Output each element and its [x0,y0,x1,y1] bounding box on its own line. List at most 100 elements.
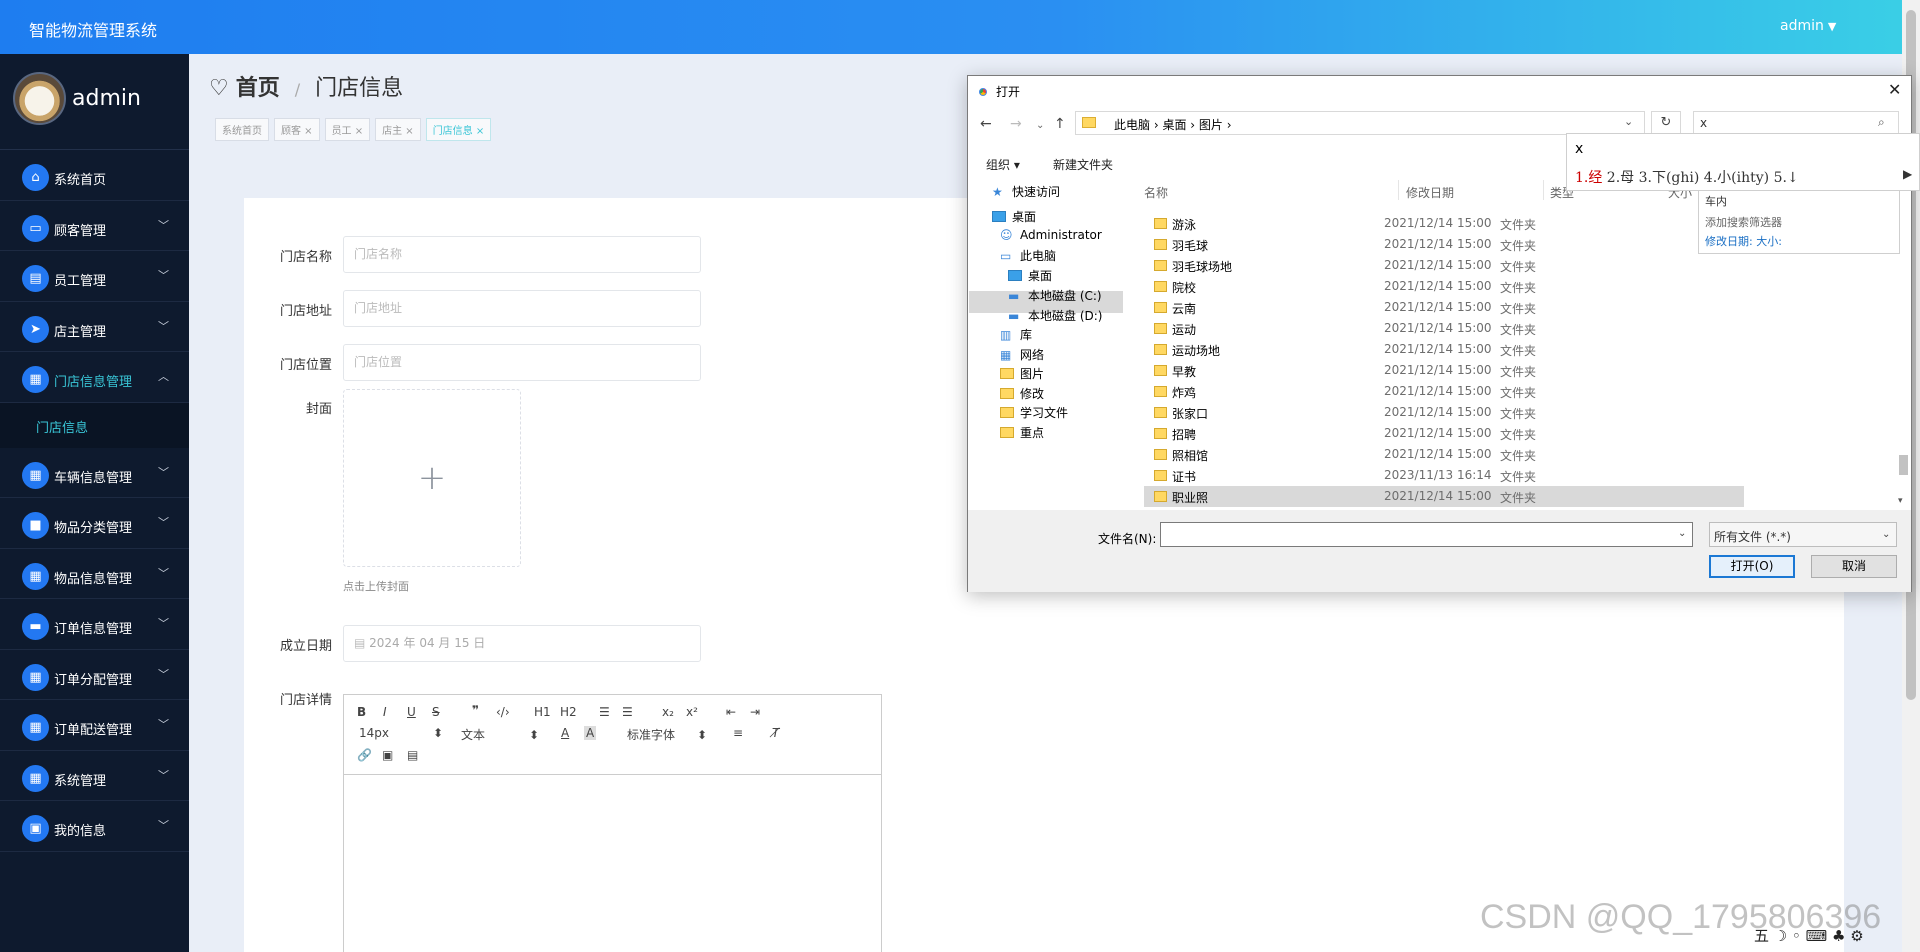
cancel-button[interactable]: 取消 [1811,555,1897,578]
file-row[interactable]: 运动 2021/12/14 15:00 文件夹 [1144,318,1744,339]
nav-tree-item[interactable]: 图片 [1000,365,1044,382]
organize-button[interactable]: 组织 ▾ [986,156,1020,173]
indent-icon[interactable]: ⇥ [750,705,760,719]
text-style-select[interactable]: 文本 ⬍ [461,726,539,743]
user-menu[interactable]: admin ▼ [1780,18,1836,34]
tab-tag[interactable]: 系统首页 [215,118,269,141]
subscript-button[interactable]: x₂ [662,705,674,719]
store-address-input[interactable]: 门店地址 [343,290,701,327]
tab-tag[interactable]: 店主 × [375,118,421,141]
sidebar-item[interactable]: ▣ 我的信息 ﹀ [0,801,189,852]
address-crumb[interactable]: 此电脑 [1114,118,1150,132]
outdent-icon[interactable]: ⇤ [726,705,736,719]
forward-arrow-icon[interactable]: → [1010,116,1022,132]
sidebar-item[interactable]: ▦ 订单配送管理 ﹀ [0,700,189,751]
underline-icon[interactable]: U [407,705,416,719]
ime-candidates[interactable]: 1.经 2.母 3.下(ghi) 4.小(ihty) 5.↓ [1575,167,1799,187]
font-size-select[interactable]: 14px ⬍ [359,726,443,740]
file-row[interactable]: 云南 2021/12/14 15:00 文件夹 [1144,297,1744,318]
nav-tree-item[interactable]: 修改 [1000,385,1044,402]
file-row[interactable]: 游泳 2021/12/14 15:00 文件夹 [1144,213,1744,234]
sidebar-item[interactable]: ▦ 订单分配管理 ﹀ [0,650,189,700]
address-crumb[interactable]: 桌面 [1162,118,1186,132]
heading2-button[interactable]: H2 [560,705,577,719]
tab-tag[interactable]: 顾客 × [274,118,320,141]
image-icon[interactable]: ▣ [382,748,393,762]
file-row[interactable]: 羽毛球 2021/12/14 15:00 文件夹 [1144,234,1744,255]
file-row[interactable]: 照相馆 2021/12/14 15:00 文件夹 [1144,444,1744,465]
nav-tree-item[interactable]: ▬ 本地磁盘 (D:) [1008,307,1102,324]
italic-icon[interactable]: I [383,705,387,719]
address-bar[interactable]: 此电脑 › 桌面 › 图片 › ⌄ [1075,111,1645,135]
suggestion-item[interactable]: 车内 [1705,193,1727,209]
nav-tree-item[interactable]: ☺ Administrator [1000,228,1102,242]
sidebar-item[interactable]: ➤ 店主管理 ﹀ [0,302,189,352]
filetype-select[interactable]: 所有文件 (*.*) ⌄ [1709,522,1897,547]
nav-tree-item[interactable]: 重点 [1000,424,1044,441]
submenu-item[interactable]: 门店信息 [0,402,189,448]
chevron-right-icon[interactable]: › [1150,118,1162,132]
sidebar-item[interactable]: ▬ 订单信息管理 ﹀ [0,599,189,650]
address-crumb[interactable]: 图片 [1199,118,1223,132]
file-row[interactable]: 院校 2021/12/14 15:00 文件夹 [1144,276,1744,297]
close-icon[interactable]: ✕ [1888,80,1901,99]
sidebar-item[interactable]: ▭ 顾客管理 ﹀ [0,201,189,251]
breadcrumb-home[interactable]: 首页 [236,76,280,101]
ordered-list-icon[interactable]: ☰ [599,705,610,719]
file-row[interactable]: 早教 2021/12/14 15:00 文件夹 [1144,360,1744,381]
search-input[interactable]: x ⌕ [1693,111,1899,135]
superscript-button[interactable]: x² [686,705,698,719]
tab-tag[interactable]: 门店信息 × [425,118,492,141]
file-row[interactable]: 证书 2023/11/13 16:14 文件夹 [1144,465,1744,486]
sidebar-item[interactable]: ▦ 系统管理 ﹀ [0,751,189,801]
sidebar-item[interactable]: ▦ 门店信息管理 ︿ [0,352,189,403]
sidebar-item[interactable]: ▤ 员工管理 ﹀ [0,251,189,302]
column-name[interactable]: 名称 [1144,184,1168,201]
file-row[interactable]: 运动场地 2021/12/14 15:00 文件夹 [1144,339,1744,360]
sidebar-item[interactable]: ■ 物品分类管理 ﹀ [0,498,189,549]
video-icon[interactable]: ▤ [407,748,418,762]
filter-links[interactable]: 修改日期: 大小: [1705,233,1782,249]
align-icon[interactable]: ≡ [733,726,743,740]
ime-next-page-icon[interactable]: ▶ [1903,167,1912,181]
column-date[interactable]: 修改日期 [1406,184,1454,201]
file-row[interactable]: 招聘 2021/12/14 15:00 文件夹 [1144,423,1744,444]
strikethrough-icon[interactable]: S [432,705,440,719]
font-family-select[interactable]: 标准字体 ⬍ [627,726,707,743]
chevron-right-icon[interactable]: › [1186,118,1198,132]
heading1-button[interactable]: H1 [534,705,551,719]
system-tray[interactable]: 五 ☽ ◦ ⌨ ♣ ⚙ [1754,925,1864,946]
refresh-button[interactable]: ↻ [1651,111,1681,135]
bullet-list-icon[interactable]: ☰ [622,705,633,719]
nav-tree-item[interactable]: ▭ 此电脑 [1000,247,1056,264]
blockquote-icon[interactable]: ❞ [472,703,479,717]
code-icon[interactable]: ‹/› [496,705,510,719]
nav-tree-item[interactable]: ▥ 库 [1000,326,1032,343]
back-arrow-icon[interactable]: ← [980,116,992,132]
nav-tree-item[interactable]: ★ 快速访问 [992,183,1060,200]
store-name-input[interactable]: 门店名称 [343,236,701,273]
nav-tree-item[interactable]: 学习文件 [1000,404,1068,421]
store-location-input[interactable]: 门店位置 [343,344,701,381]
bold-icon[interactable]: B [357,705,366,719]
file-row[interactable]: 炸鸡 2021/12/14 15:00 文件夹 [1144,381,1744,402]
clear-format-icon[interactable]: T̸ [772,726,779,740]
nav-tree-item[interactable]: 桌面 [1008,267,1052,284]
sidebar-item[interactable]: ▦ 车辆信息管理 ﹀ [0,448,189,498]
font-color-icon[interactable]: A [561,726,569,740]
sidebar-item[interactable]: ⌂ 系统首页 [0,150,189,201]
background-color-icon[interactable]: A [584,726,597,740]
link-icon[interactable]: 🔗 [357,748,372,762]
chevron-right-icon[interactable]: › [1223,118,1232,132]
new-folder-button[interactable]: 新建文件夹 [1053,156,1113,173]
nav-tree-item[interactable]: ▬ 本地磁盘 (C:) [1008,287,1102,304]
recent-dropdown-icon[interactable]: ⌄ [1036,120,1044,131]
founded-date-input[interactable]: ▤ 2024 年 04 月 15 日 [343,625,701,662]
file-row[interactable]: 张家口 2021/12/14 15:00 文件夹 [1144,402,1744,423]
nav-tree-item[interactable]: ▦ 网络 [1000,346,1044,363]
cover-upload[interactable]: + [343,389,521,567]
filename-input[interactable]: ⌄ [1160,522,1693,547]
up-arrow-icon[interactable]: ↑ [1054,116,1066,132]
nav-tree-item[interactable]: 桌面 [992,208,1036,225]
sidebar-item[interactable]: ▦ 物品信息管理 ﹀ [0,549,189,599]
